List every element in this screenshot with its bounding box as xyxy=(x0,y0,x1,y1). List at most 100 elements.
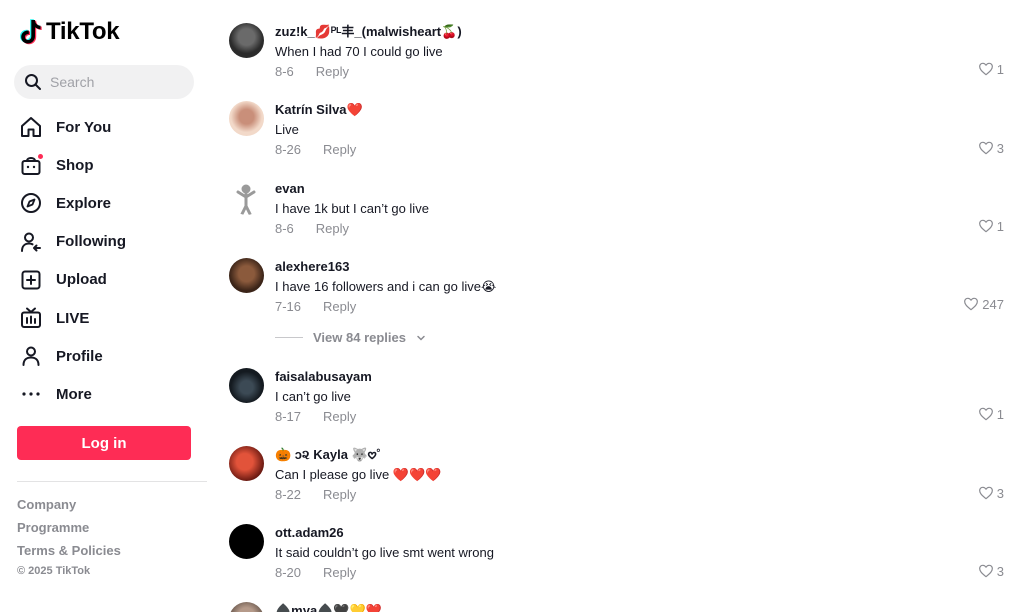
nav-label: Upload xyxy=(56,271,107,289)
nav-item-explore[interactable]: Explore xyxy=(18,184,198,222)
heart-icon xyxy=(978,486,993,500)
copyright: © 2025 TikTok xyxy=(17,565,91,577)
avatar[interactable] xyxy=(229,180,264,215)
tiktok-logo-icon xyxy=(20,19,42,45)
footer-links: Company Programme Terms & Policies xyxy=(17,496,121,565)
comment-date: 8-26 xyxy=(275,142,302,157)
nav-item-more[interactable]: More xyxy=(18,375,198,413)
comment-date: 7-16 xyxy=(275,299,302,314)
comment-text: I have 16 followers and i can go live😭 xyxy=(275,279,497,294)
nav-label: Following xyxy=(56,233,126,251)
heart-icon xyxy=(978,407,993,421)
comment-text: I have 1k but I can’t go live xyxy=(275,201,429,216)
avatar[interactable] xyxy=(229,101,264,136)
comment-username[interactable]: zuz!k_💋ᴾᴸ丰_(malwisheart🍒) xyxy=(275,23,462,41)
avatar[interactable] xyxy=(229,602,264,612)
profile-icon xyxy=(18,343,44,369)
upload-icon xyxy=(18,267,44,293)
like-count: 3 xyxy=(996,563,1004,579)
like-button[interactable]: 3 xyxy=(978,485,1004,501)
heart-icon xyxy=(978,564,993,578)
reply-button[interactable]: Reply xyxy=(323,564,356,582)
search-input[interactable] xyxy=(50,74,180,90)
comment-username[interactable]: evan xyxy=(275,180,429,198)
login-button[interactable]: Log in xyxy=(17,426,191,460)
like-count: 1 xyxy=(996,406,1004,422)
comment-username[interactable]: ♠️mya♠️🖤💛❤️ xyxy=(275,602,382,612)
comment-date: 8-20 xyxy=(275,565,302,580)
like-count: 247 xyxy=(982,296,1004,312)
footer-link-terms[interactable]: Terms & Policies xyxy=(17,542,121,565)
comment-text: Can I please go live ❤️❤️❤️ xyxy=(275,467,442,482)
like-button[interactable]: 1 xyxy=(978,406,1004,422)
nav-item-shop[interactable]: Shop xyxy=(18,146,198,184)
nav-item-live[interactable]: LIVE xyxy=(18,299,198,337)
comment-username[interactable]: Katrín Silva❤️ xyxy=(275,101,363,119)
reply-button[interactable]: Reply xyxy=(323,486,356,504)
sidebar: TikTok For You Shop Explore xyxy=(0,0,210,612)
following-icon xyxy=(18,229,44,255)
nav-label: LIVE xyxy=(56,309,90,327)
comment-text: Live xyxy=(275,122,299,137)
heart-icon xyxy=(964,297,979,311)
heart-icon xyxy=(978,141,993,155)
compass-icon xyxy=(18,190,44,216)
avatar[interactable] xyxy=(229,524,264,559)
reply-button[interactable]: Reply xyxy=(316,63,349,81)
nav-item-following[interactable]: Following xyxy=(18,223,198,261)
comment-date: 8-6 xyxy=(275,64,294,79)
nav-item-for-you[interactable]: For You xyxy=(18,108,198,146)
avatar[interactable] xyxy=(229,23,264,58)
like-count: 3 xyxy=(996,485,1004,501)
more-icon xyxy=(18,381,44,407)
like-button[interactable]: 3 xyxy=(978,140,1004,156)
comment-text: When I had 70 I could go live xyxy=(275,44,443,59)
reply-button[interactable]: Reply xyxy=(316,220,349,238)
like-button[interactable]: 1 xyxy=(978,218,1004,234)
search-icon xyxy=(25,74,41,90)
nav-label: Shop xyxy=(56,156,94,174)
like-button[interactable]: 3 xyxy=(978,563,1004,579)
reply-button[interactable]: Reply xyxy=(323,141,356,159)
nav-item-profile[interactable]: Profile xyxy=(18,337,198,375)
reply-button[interactable]: Reply xyxy=(323,298,356,316)
like-count: 3 xyxy=(996,140,1004,156)
like-count: 1 xyxy=(996,218,1004,234)
comment-date: 8-17 xyxy=(275,409,302,424)
comment-text: I can’t go live xyxy=(275,389,351,404)
sidebar-divider xyxy=(17,481,207,482)
like-count: 1 xyxy=(996,61,1004,77)
like-button[interactable]: 247 xyxy=(963,296,1004,312)
comment-username[interactable]: 🎃 ɔ૨ Kayla 🐺𖹭˚ xyxy=(275,446,441,464)
comment-date: 8-22 xyxy=(275,487,302,502)
avatar-figure-icon xyxy=(236,184,256,215)
tiktok-logo[interactable]: TikTok xyxy=(20,18,120,46)
view-replies-line xyxy=(275,337,303,338)
view-replies-button[interactable]: View 84 replies xyxy=(275,330,426,345)
comment-username[interactable]: ott.adam26 xyxy=(275,524,494,542)
footer-link-company[interactable]: Company xyxy=(17,496,121,519)
main-nav: For You Shop Explore Following Upload LI… xyxy=(18,108,198,414)
search-bar[interactable] xyxy=(14,65,194,99)
like-button[interactable]: 1 xyxy=(978,61,1004,77)
comment-date: 8-6 xyxy=(275,221,294,236)
logo-wordmark: TikTok xyxy=(46,18,120,45)
heart-icon xyxy=(978,219,993,233)
footer-link-programme[interactable]: Programme xyxy=(17,519,121,542)
comment-username[interactable]: alexhere163 xyxy=(275,258,496,276)
avatar[interactable] xyxy=(229,258,264,293)
avatar[interactable] xyxy=(229,368,264,403)
nav-label: Profile xyxy=(56,347,103,365)
nav-label: More xyxy=(56,385,92,403)
avatar[interactable] xyxy=(229,446,264,481)
heart-icon xyxy=(978,62,993,76)
shop-icon xyxy=(18,152,44,178)
chevron-down-icon xyxy=(417,335,425,341)
live-icon xyxy=(18,305,44,331)
comment-username[interactable]: faisalabusayam xyxy=(275,368,372,386)
nav-item-upload[interactable]: Upload xyxy=(18,261,198,299)
comment-text: It said couldn’t go live smt went wrong xyxy=(275,545,494,560)
view-replies-label: View 84 replies xyxy=(313,330,406,345)
reply-button[interactable]: Reply xyxy=(323,408,356,426)
home-icon xyxy=(18,114,44,140)
